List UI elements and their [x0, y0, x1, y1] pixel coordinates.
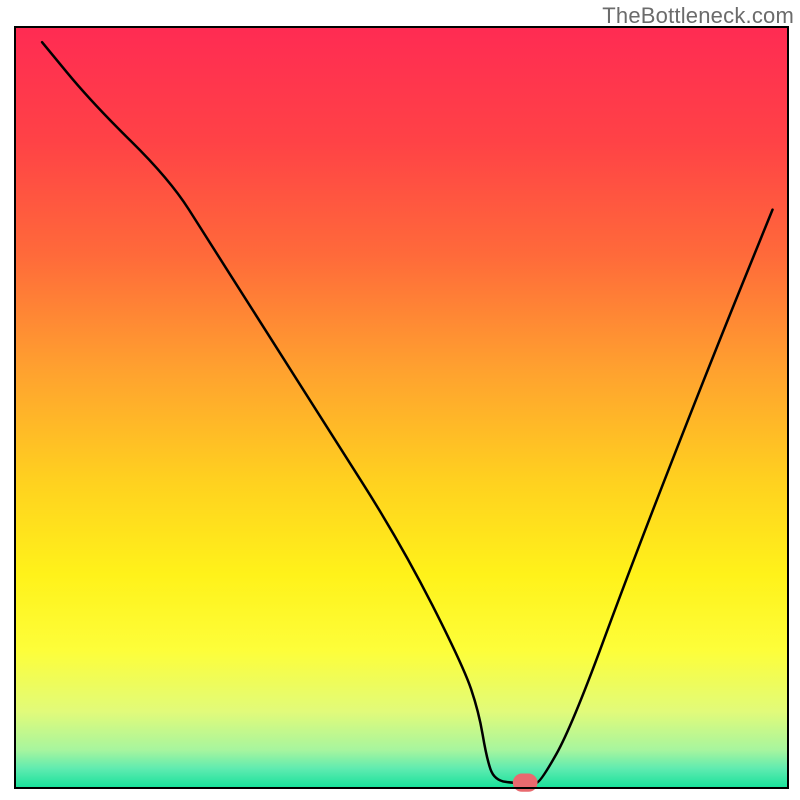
optimal-point-marker [513, 774, 538, 792]
bottleneck-chart: TheBottleneck.com [0, 0, 800, 800]
chart-canvas [0, 0, 800, 800]
watermark-label: TheBottleneck.com [602, 3, 794, 29]
